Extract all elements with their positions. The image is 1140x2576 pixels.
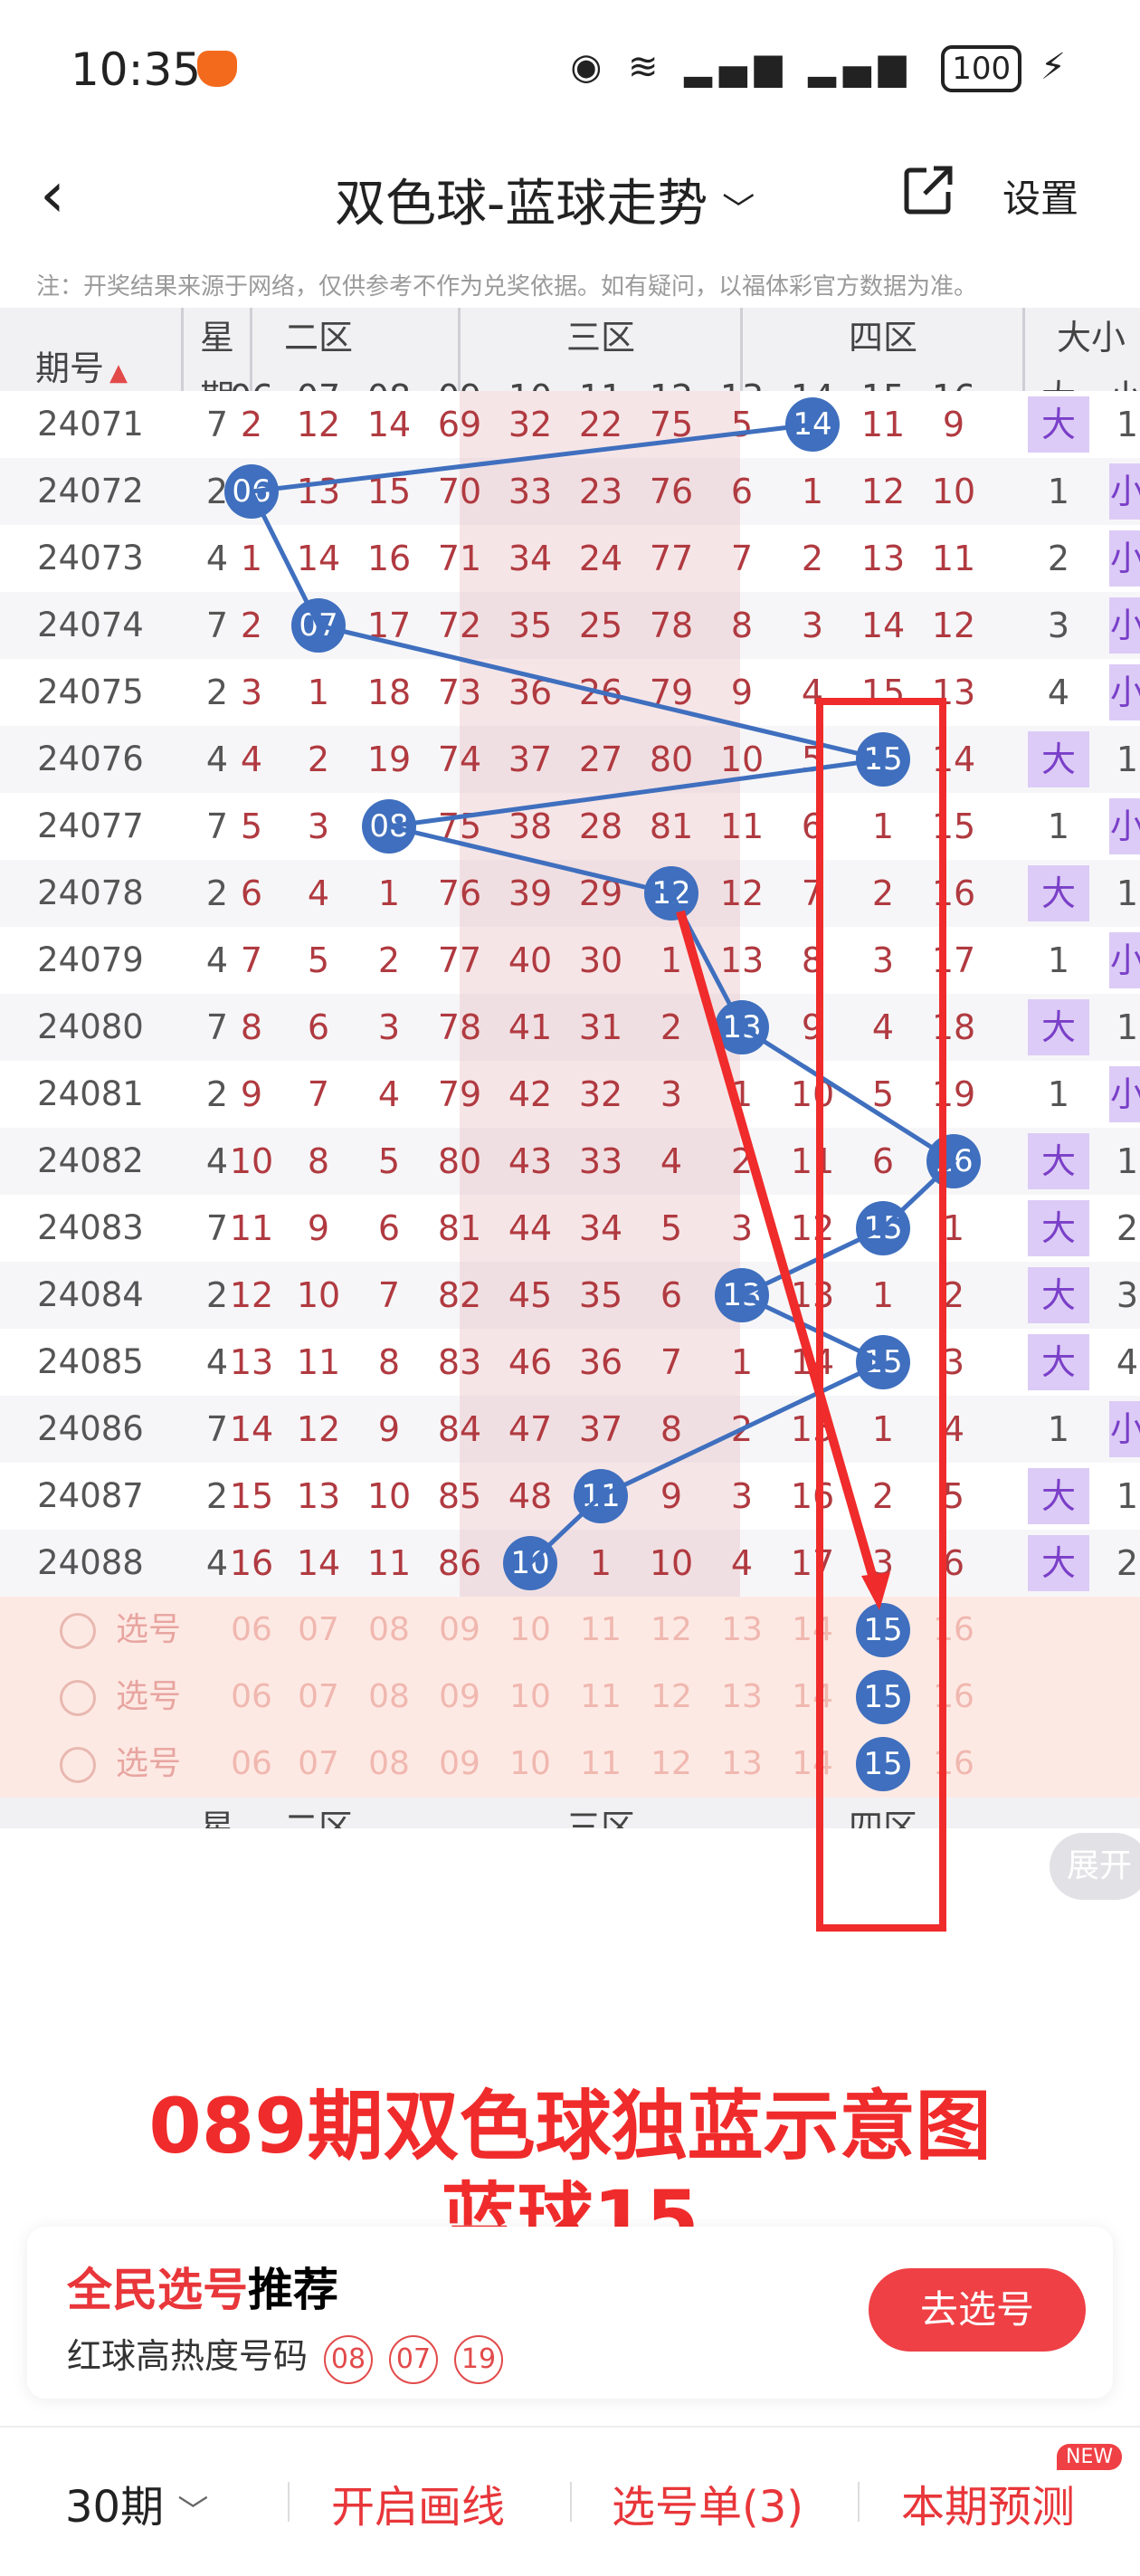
expand-button[interactable]: 展开 — [1050, 1833, 1140, 1900]
highlight-box — [816, 698, 946, 1932]
hot-ball: 08 — [324, 2335, 374, 2384]
divider — [288, 2482, 290, 2522]
hot-ball: 07 — [389, 2335, 439, 2384]
pick-list-button[interactable]: 选号单(3) — [612, 2471, 803, 2534]
bottom-bar: 30期 ﹀ 开启画线 选号单(3) 本期预测 NEW — [0, 2426, 1140, 2576]
hot-ball: 19 — [454, 2335, 504, 2384]
new-badge: NEW — [1057, 2444, 1123, 2470]
arrow-head — [861, 1572, 890, 1610]
go-select-button[interactable]: 去选号 — [869, 2268, 1086, 2352]
divider — [570, 2482, 572, 2522]
trend-line — [252, 422, 958, 1565]
period-selector[interactable]: 30期 ﹀ — [65, 2471, 208, 2534]
prediction-arrow — [676, 910, 882, 1596]
card-title: 全民选号推荐 — [67, 2264, 338, 2316]
predict-button[interactable]: 本期预测 — [901, 2471, 1075, 2534]
card-subtitle: 红球高热度号码 08 07 19 — [67, 2328, 504, 2384]
draw-line-button[interactable]: 开启画线 — [331, 2471, 505, 2534]
recommend-card: 全民选号推荐 红球高热度号码 08 07 19 去选号 — [27, 2227, 1113, 2399]
chevron-down-icon: ﹀ — [177, 2494, 209, 2530]
divider — [858, 2482, 860, 2522]
